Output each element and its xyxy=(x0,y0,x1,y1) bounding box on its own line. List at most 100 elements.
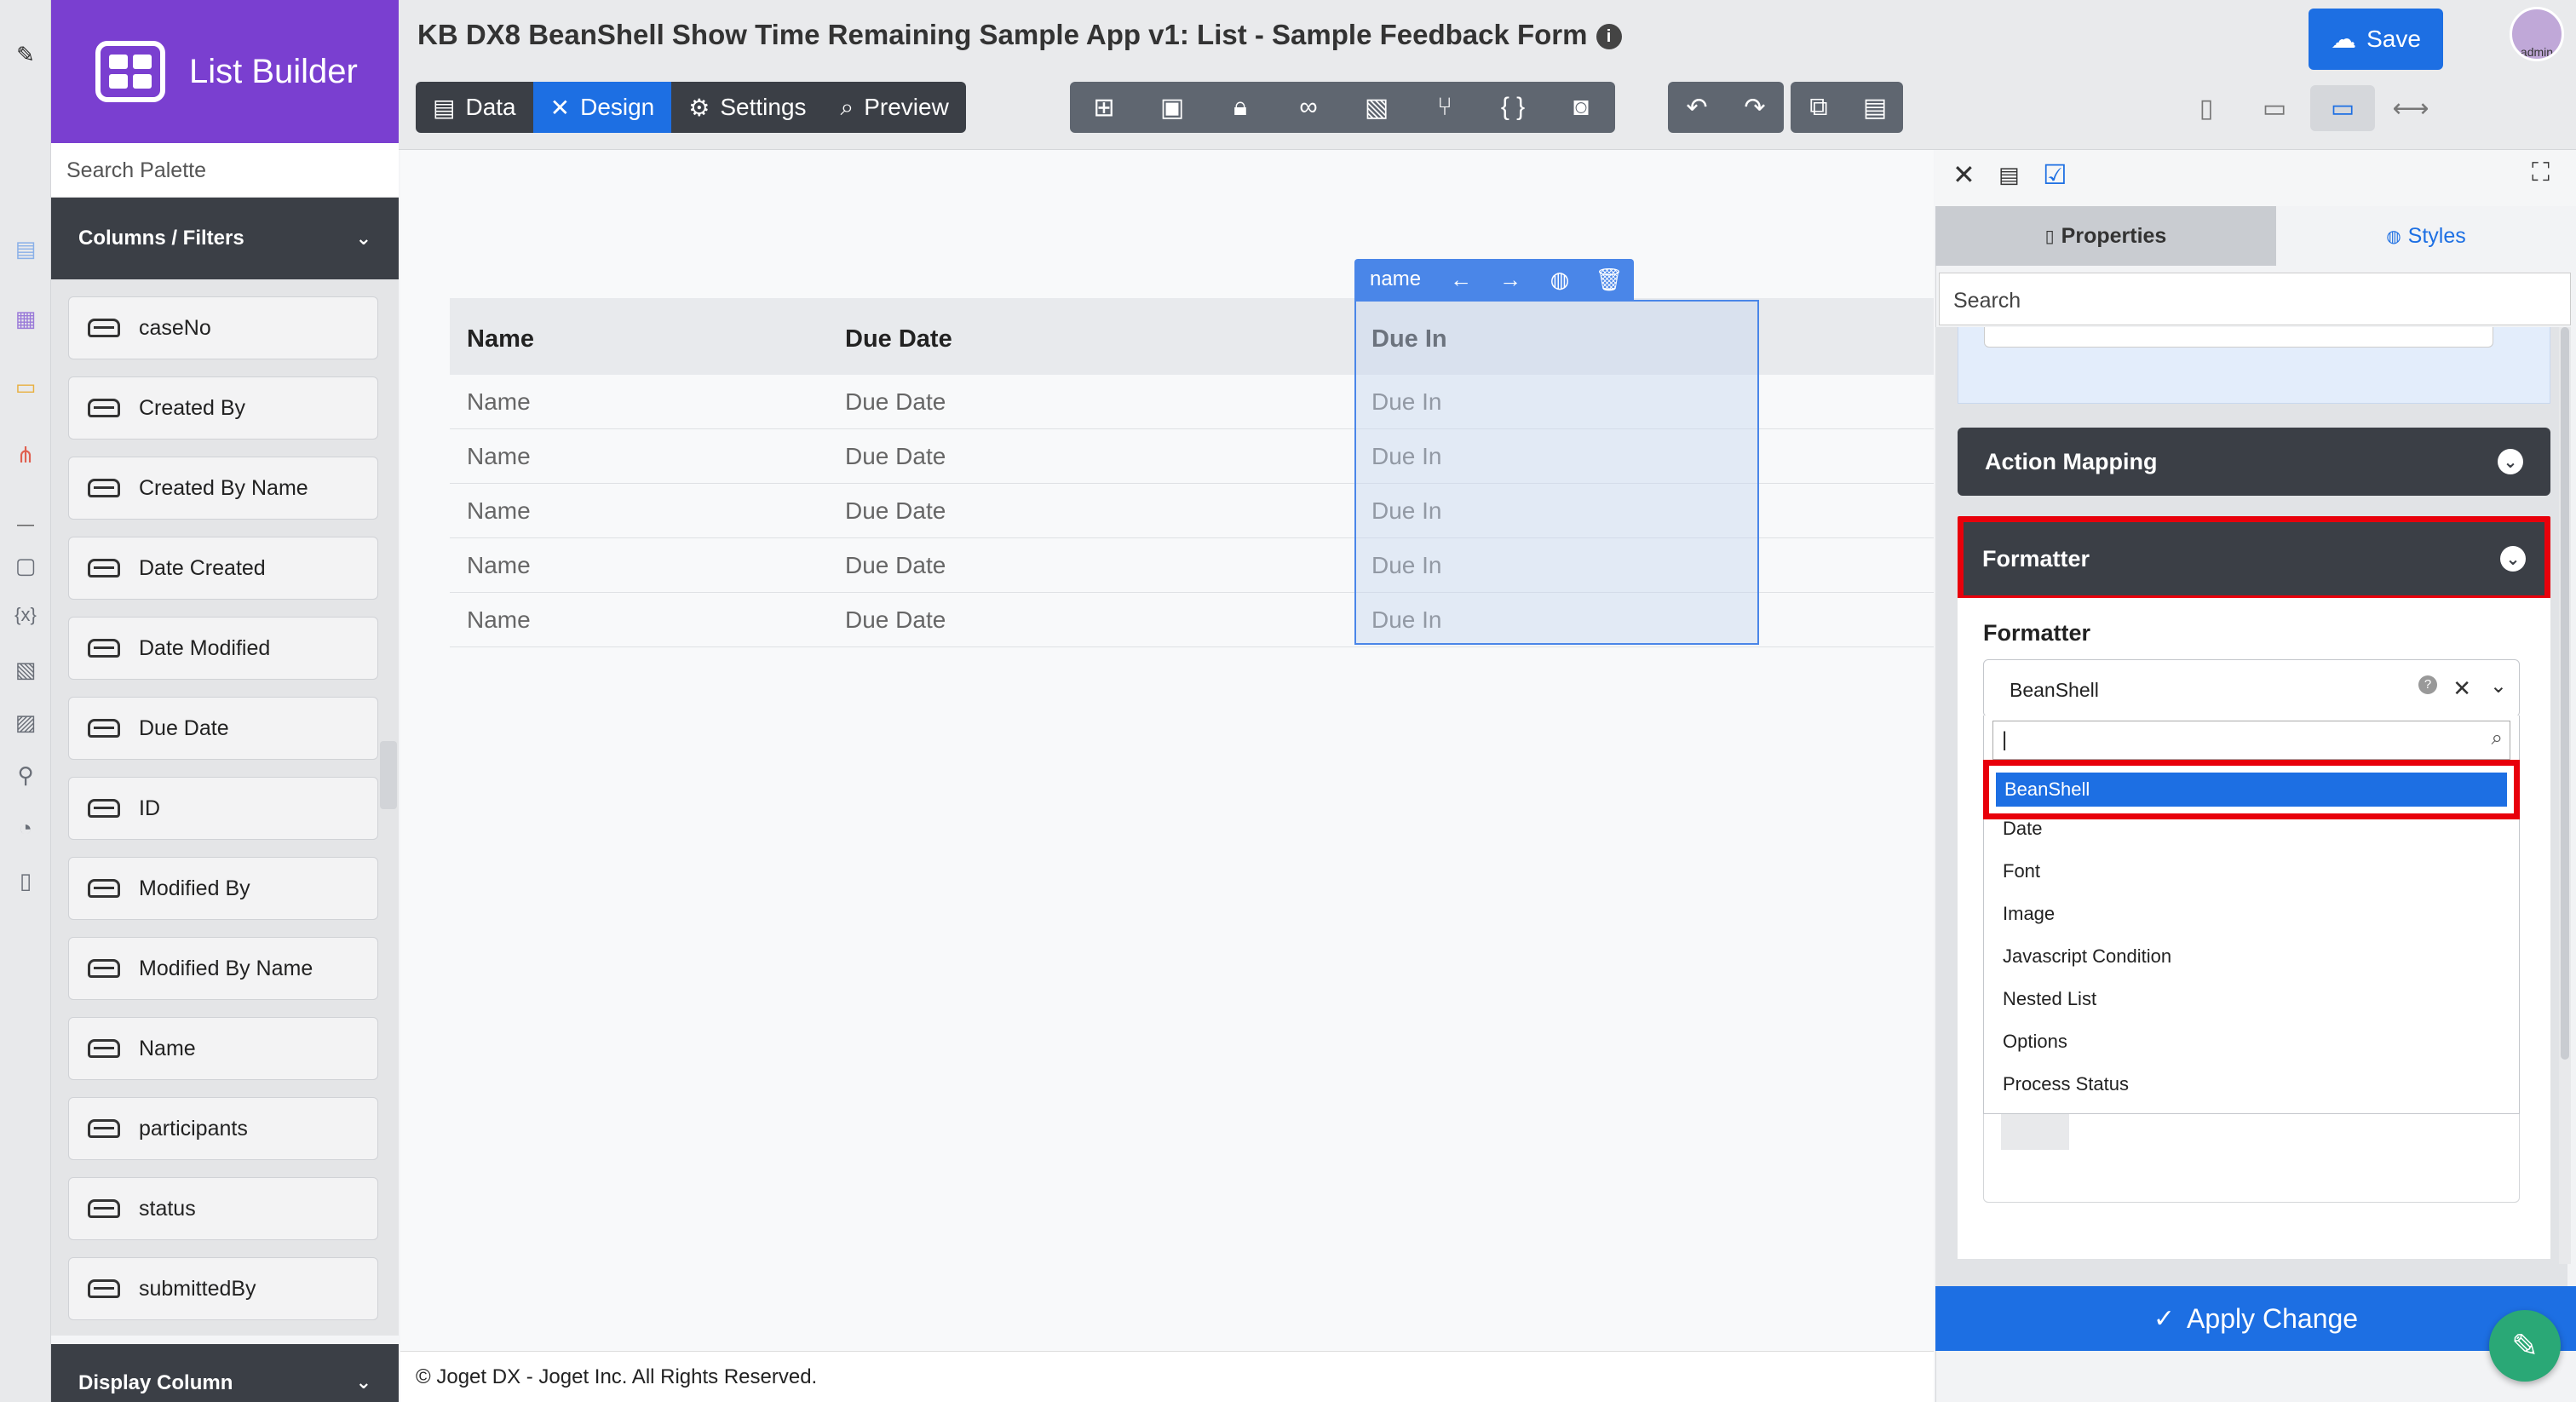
dropdown-option[interactable]: Date xyxy=(2003,818,2042,840)
tab-properties[interactable]: ▯ Properties xyxy=(1935,206,2276,266)
section-title: Display Column xyxy=(78,1371,233,1394)
palette-item[interactable]: Modified By xyxy=(68,857,378,920)
palette-item[interactable]: ID xyxy=(68,777,378,840)
column-header[interactable]: Name xyxy=(467,325,534,353)
tablet-icon[interactable]: ▭ xyxy=(2242,85,2307,131)
camera-icon[interactable]: ◙ xyxy=(1547,82,1615,133)
palette-item[interactable]: Modified By Name xyxy=(68,937,378,1000)
dropdown-option[interactable]: Image xyxy=(2003,903,2055,925)
section-title: Columns / Filters xyxy=(78,227,244,250)
file-icon: ▯ xyxy=(2044,227,2055,246)
outline-icon[interactable]: ▣ xyxy=(1138,82,1206,133)
clear-icon[interactable]: ✕ xyxy=(2452,675,2471,702)
database-icon xyxy=(88,479,120,497)
columns-filters-section[interactable]: Columns / Filters ⌄ xyxy=(51,198,399,279)
properties-search-input[interactable]: Search xyxy=(1939,273,2571,325)
dropdown-option-selected[interactable]: BeanShell xyxy=(1983,760,2520,819)
tab-preview[interactable]: ⌕ Preview xyxy=(824,82,966,133)
binoculars-icon[interactable]: ∞ xyxy=(1274,82,1343,133)
palette-item[interactable]: caseNo xyxy=(68,296,378,359)
code-icon[interactable]: { } xyxy=(1479,82,1547,133)
expand-icon[interactable]: ⟷ xyxy=(2378,85,2443,131)
formatter-options-area xyxy=(1983,1114,2520,1203)
arrow-left-icon[interactable]: ← xyxy=(1436,267,1486,293)
palette-item[interactable]: Date Created xyxy=(68,537,378,600)
action-mapping-section[interactable]: Action Mapping ⌄ xyxy=(1958,428,2550,496)
palette-item[interactable]: Name xyxy=(68,1017,378,1080)
report-icon[interactable]: ▨ xyxy=(12,709,39,736)
document-icon[interactable]: ▤ xyxy=(12,235,39,262)
close-icon[interactable]: ✕ xyxy=(1952,158,1975,191)
dropdown-search-input[interactable]: | ⌕ xyxy=(1992,721,2510,760)
laptop-icon[interactable]: ▭ xyxy=(2310,85,2375,131)
table-icon: ▤ xyxy=(433,94,456,121)
chevron-down-icon[interactable]: ⌄ xyxy=(2490,674,2507,698)
scroll-icon[interactable]: ▯ xyxy=(12,867,39,894)
undo-icon[interactable]: ↶ xyxy=(1668,82,1726,133)
redo-icon[interactable]: ↷ xyxy=(1726,82,1784,133)
desktop-icon[interactable]: ▭ xyxy=(12,373,39,400)
dropdown-option[interactable]: Javascript Condition xyxy=(2003,945,2171,968)
formatter-label: Formatter xyxy=(1983,620,2091,646)
checkbox-icon[interactable]: ☑ xyxy=(2043,158,2067,191)
chevron-down-icon: ⌄ xyxy=(355,227,371,249)
history-group: ↶ ↷ xyxy=(1668,82,1784,133)
dropdown-option[interactable]: Process Status xyxy=(2003,1073,2129,1095)
save-button[interactable]: ☁ Save xyxy=(2309,9,2443,70)
formatter-select[interactable]: BeanShell ? ✕ ⌄ xyxy=(1983,659,2520,717)
cloud-upload-icon: ☁ xyxy=(2331,25,2357,54)
branch-icon[interactable]: ⑂ xyxy=(1411,82,1479,133)
selected-column-highlight[interactable] xyxy=(1354,300,1759,645)
dropdown-option[interactable]: Font xyxy=(2003,860,2040,882)
tab-styles[interactable]: ◍ Styles xyxy=(2276,206,2576,266)
scrollbar-thumb[interactable] xyxy=(2561,327,2569,1060)
tab-data[interactable]: ▤ Data xyxy=(416,82,533,133)
list-view-icon[interactable]: ▤ xyxy=(1998,162,2020,188)
trash-icon[interactable]: 🗑︎ xyxy=(1584,267,1634,293)
list-icon[interactable]: ▦ xyxy=(12,305,39,332)
image-icon[interactable]: ▧ xyxy=(12,656,39,683)
info-icon[interactable]: i xyxy=(1596,24,1622,49)
database-icon xyxy=(88,719,120,738)
display-column-section[interactable]: Display Column ⌄ xyxy=(51,1344,399,1402)
palette-item[interactable]: Created By Name xyxy=(68,457,378,520)
palette-item[interactable]: participants xyxy=(68,1097,378,1160)
column-header[interactable]: Due Date xyxy=(845,325,952,353)
plugin-icon[interactable]: ⚲ xyxy=(12,761,39,789)
avatar[interactable]: admin xyxy=(2510,7,2564,61)
palette-item[interactable]: Date Modified xyxy=(68,617,378,680)
palette-item[interactable]: status xyxy=(68,1177,378,1240)
dropdown-option[interactable]: Nested List xyxy=(2003,988,2096,1010)
note-icon[interactable]: ▢ xyxy=(12,552,39,579)
sitemap-icon[interactable]: ⊞ xyxy=(1070,82,1138,133)
tab-design[interactable]: ✕ Design xyxy=(532,82,672,133)
tab-settings[interactable]: ⚙ Settings xyxy=(671,82,823,133)
lock-icon[interactable]: 🔒︎ xyxy=(1206,82,1274,133)
pencil-icon[interactable]: ✎ xyxy=(2489,1310,2561,1382)
flow-icon[interactable]: ⋔ xyxy=(12,441,39,468)
palette-item[interactable]: Due Date xyxy=(68,697,378,760)
edit-icon[interactable]: ✎ xyxy=(12,41,39,68)
copy-icon[interactable]: ⧉ xyxy=(1791,82,1847,133)
arrow-right-icon[interactable]: → xyxy=(1486,267,1535,293)
phone-icon[interactable]: ▯ xyxy=(2174,85,2239,131)
fullscreen-icon[interactable]: ⛶ xyxy=(2532,158,2550,187)
formatter-section[interactable]: Formatter ⌄ xyxy=(1958,516,2550,601)
palette-icon[interactable]: ◍ xyxy=(1535,267,1584,293)
apply-change-button[interactable]: ✓ Apply Change xyxy=(1935,1286,2576,1351)
dropdown-option[interactable]: Options xyxy=(2003,1031,2067,1053)
paste-icon[interactable]: ▤ xyxy=(1847,82,1903,133)
translate-icon[interactable]: ▧ xyxy=(1343,82,1411,133)
previous-section-tail xyxy=(1958,327,2550,404)
variable-icon[interactable]: {x} xyxy=(12,601,39,629)
dashboard-icon[interactable]: ◔ xyxy=(12,814,39,842)
properties-scrollbar[interactable] xyxy=(2559,327,2571,1264)
palette-search-input[interactable]: Search Palette xyxy=(51,143,399,198)
input-field-tail[interactable] xyxy=(1984,327,2493,348)
help-icon[interactable]: ? xyxy=(2418,675,2437,694)
palette-item[interactable]: submittedBy xyxy=(68,1257,378,1320)
palette-item[interactable]: Created By xyxy=(68,376,378,440)
left-splitter-handle[interactable] xyxy=(380,741,397,809)
tools-icon: ✕ xyxy=(549,94,571,121)
palette-list: caseNo Created By Created By Name Date C… xyxy=(51,279,399,1336)
